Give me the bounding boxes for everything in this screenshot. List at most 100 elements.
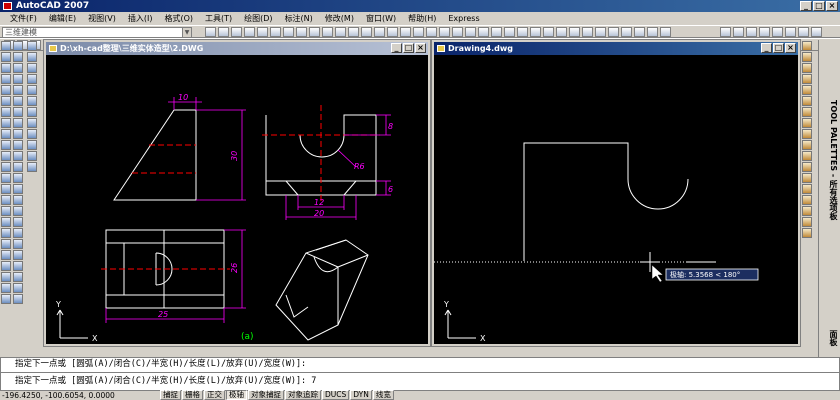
modeling-tool-icon[interactable]: [1, 217, 11, 227]
dimension-tool-icon[interactable]: [802, 129, 812, 139]
modeling-tool-icon[interactable]: [1, 118, 11, 128]
style-button-icon[interactable]: [746, 27, 757, 37]
coordinate-readout[interactable]: -196.4250, -100.6054, 0.0000: [0, 391, 160, 400]
style-button-icon[interactable]: [798, 27, 809, 37]
toolbar-button-icon[interactable]: [595, 27, 606, 37]
command-line[interactable]: 指定下一点或 [圆弧(A)/闭合(C)/半宽(H)/长度(L)/放弃(U)/宽度…: [0, 357, 840, 391]
style-button-icon[interactable]: [720, 27, 731, 37]
draw-tool-icon[interactable]: [13, 85, 23, 95]
modify-tool-icon[interactable]: [27, 140, 37, 150]
modeling-tool-icon[interactable]: [1, 283, 11, 293]
ducs-toggle[interactable]: DUCS: [322, 390, 350, 400]
toolbar-button-icon[interactable]: [322, 27, 333, 37]
draw-tool-icon[interactable]: [13, 63, 23, 73]
draw-tool-icon[interactable]: [13, 52, 23, 62]
dimension-tool-icon[interactable]: [802, 162, 812, 172]
chevron-down-icon[interactable]: ▼: [182, 28, 191, 37]
tool-palettes-panel[interactable]: TOOL PALETTES - 所有选项板 面板: [818, 40, 840, 358]
modeling-tool-icon[interactable]: [1, 63, 11, 73]
draw-tool-icon[interactable]: [13, 206, 23, 216]
toolbar-button-icon[interactable]: [309, 27, 320, 37]
draw-tool-icon[interactable]: [13, 272, 23, 282]
draw-tool-icon[interactable]: [13, 283, 23, 293]
menu-dimension[interactable]: 标注(N): [279, 12, 319, 25]
modeling-tool-icon[interactable]: [1, 239, 11, 249]
modeling-tool-icon[interactable]: [1, 261, 11, 271]
dimension-tool-icon[interactable]: [802, 118, 812, 128]
toolbar-button-icon[interactable]: [517, 27, 528, 37]
modify-tool-icon[interactable]: [27, 118, 37, 128]
modify-tool-icon[interactable]: [27, 41, 37, 51]
style-button-icon[interactable]: [811, 27, 822, 37]
toolbar-button-icon[interactable]: [465, 27, 476, 37]
toolbar-button-icon[interactable]: [296, 27, 307, 37]
drawing-window-left[interactable]: D:\xh-cad整理\三维实体造型\2.DWG _ □ × 10 30 8 R…: [43, 39, 431, 347]
modeling-tool-icon[interactable]: [1, 173, 11, 183]
dimension-tool-icon[interactable]: [802, 107, 812, 117]
draw-tool-icon[interactable]: [13, 162, 23, 172]
ortho-toggle[interactable]: 正交: [204, 390, 225, 400]
modeling-tool-icon[interactable]: [1, 272, 11, 282]
toolbar-button-icon[interactable]: [439, 27, 450, 37]
minimize-button[interactable]: _: [761, 43, 772, 53]
dimension-tool-icon[interactable]: [802, 195, 812, 205]
modeling-tool-icon[interactable]: [1, 151, 11, 161]
toolbar-button-icon[interactable]: [244, 27, 255, 37]
modeling-tool-icon[interactable]: [1, 107, 11, 117]
dyn-toggle[interactable]: DYN: [350, 390, 372, 400]
toolbar-button-icon[interactable]: [582, 27, 593, 37]
close-button[interactable]: ×: [826, 1, 838, 11]
dimension-tool-icon[interactable]: [802, 52, 812, 62]
modify-tool-icon[interactable]: [27, 107, 37, 117]
toolbar-button-icon[interactable]: [452, 27, 463, 37]
menu-view[interactable]: 视图(V): [82, 12, 122, 25]
modify-tool-icon[interactable]: [27, 63, 37, 73]
drawing-canvas-right[interactable]: 极轴: 5.3568 < 180° Y X: [434, 55, 798, 344]
style-button-icon[interactable]: [785, 27, 796, 37]
modeling-tool-icon[interactable]: [1, 140, 11, 150]
otrack-toggle[interactable]: 对象追踪: [285, 390, 321, 400]
minimize-button[interactable]: _: [391, 43, 402, 53]
menu-draw[interactable]: 绘图(D): [238, 12, 278, 25]
draw-tool-icon[interactable]: [13, 129, 23, 139]
menu-help[interactable]: 帮助(H): [402, 12, 442, 25]
draw-tool-icon[interactable]: [13, 74, 23, 84]
draw-tool-icon[interactable]: [13, 217, 23, 227]
menu-window[interactable]: 窗口(W): [360, 12, 402, 25]
panel-tab[interactable]: 面板: [821, 330, 839, 346]
modeling-tool-icon[interactable]: [1, 206, 11, 216]
modify-tool-icon[interactable]: [27, 129, 37, 139]
dimension-tool-icon[interactable]: [802, 96, 812, 106]
modeling-tool-icon[interactable]: [1, 74, 11, 84]
drawing-window-right[interactable]: Drawing4.dwg _ □ × 极轴: 5.3568 < 180° Y X: [431, 39, 801, 347]
dimension-tool-icon[interactable]: [802, 217, 812, 227]
modeling-tool-icon[interactable]: [1, 162, 11, 172]
maximize-button[interactable]: □: [773, 43, 784, 53]
polar-toggle[interactable]: 极轴: [226, 390, 247, 400]
maximize-button[interactable]: □: [403, 43, 414, 53]
modeling-tool-icon[interactable]: [1, 184, 11, 194]
modeling-tool-icon[interactable]: [1, 129, 11, 139]
dimension-tool-icon[interactable]: [802, 206, 812, 216]
drawing-window-right-titlebar[interactable]: Drawing4.dwg _ □ ×: [434, 42, 798, 55]
toolbar-button-icon[interactable]: [257, 27, 268, 37]
modify-tool-icon[interactable]: [27, 74, 37, 84]
draw-tool-icon[interactable]: [13, 239, 23, 249]
dimension-tool-icon[interactable]: [802, 140, 812, 150]
close-button[interactable]: ×: [785, 43, 796, 53]
draw-tool-icon[interactable]: [13, 173, 23, 183]
modeling-tool-icon[interactable]: [1, 96, 11, 106]
modify-tool-icon[interactable]: [27, 151, 37, 161]
toolbar-button-icon[interactable]: [218, 27, 229, 37]
toolbar-button-icon[interactable]: [335, 27, 346, 37]
snap-toggle[interactable]: 捕捉: [160, 390, 181, 400]
dimension-tool-icon[interactable]: [802, 184, 812, 194]
toolbar-button-icon[interactable]: [478, 27, 489, 37]
modeling-tool-icon[interactable]: [1, 41, 11, 51]
toolbar-button-icon[interactable]: [660, 27, 671, 37]
dimension-tool-icon[interactable]: [802, 41, 812, 51]
draw-tool-icon[interactable]: [13, 118, 23, 128]
draw-tool-icon[interactable]: [13, 228, 23, 238]
toolbar-button-icon[interactable]: [283, 27, 294, 37]
draw-tool-icon[interactable]: [13, 184, 23, 194]
